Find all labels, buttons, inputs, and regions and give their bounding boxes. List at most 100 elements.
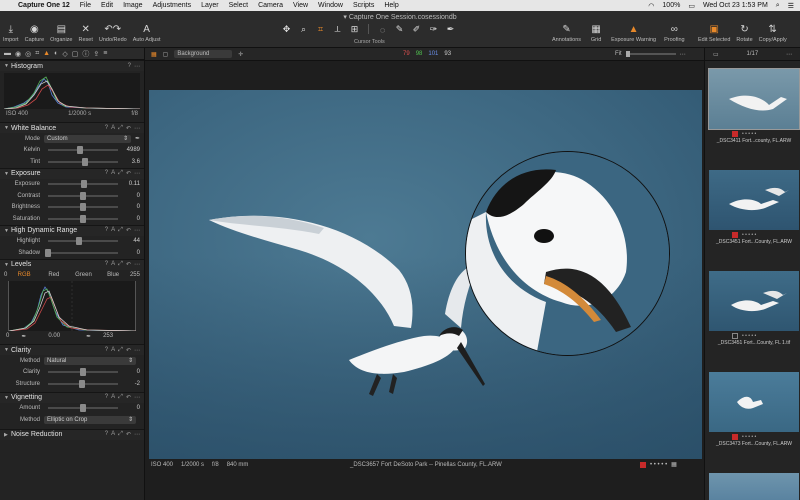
copy-icon[interactable]: ⤢ <box>118 431 123 438</box>
reset-section-icon[interactable]: ↶ <box>126 125 131 132</box>
auto-adjust-button[interactable]: A Auto Adjust <box>133 23 161 44</box>
menu-window[interactable]: Window <box>318 2 343 9</box>
levels-header[interactable]: ▼ Levels ? A ⤢ ↶ ⋯ <box>0 258 144 270</box>
copy-icon[interactable]: ⤢ <box>118 347 123 354</box>
slider-knob[interactable] <box>80 404 86 413</box>
brightness-slider[interactable] <box>48 203 118 212</box>
levels-output-low[interactable]: 0 <box>6 333 9 339</box>
copy-icon[interactable]: ⤢ <box>118 261 123 268</box>
grid-small-icon[interactable]: ▦ <box>671 461 677 468</box>
copy-icon[interactable]: ⤢ <box>118 227 123 234</box>
saturation-slider[interactable] <box>48 214 118 223</box>
levels-output-high[interactable]: 253 <box>103 333 113 339</box>
saturation-value[interactable]: 0 <box>122 216 140 222</box>
exposure-tab-icon[interactable]: ▲ <box>43 50 50 57</box>
levels-graph[interactable] <box>8 280 137 331</box>
more-icon[interactable]: ⋯ <box>134 394 140 401</box>
color-tag-red[interactable] <box>732 130 738 137</box>
slider-knob[interactable] <box>82 157 89 166</box>
reset-section-icon[interactable]: ↶ <box>126 170 131 177</box>
output-tab-icon[interactable]: ⇪ <box>93 50 99 58</box>
hdr-header[interactable]: ▼ High Dynamic Range ? A ⤢ ↶ ⋯ <box>0 224 144 236</box>
highlight-value[interactable]: 44 <box>122 238 140 244</box>
exposure-value[interactable]: 0.11 <box>122 181 140 187</box>
vignetting-header[interactable]: ▼ Vignetting ? A ⤢ ↶ ⋯ <box>0 391 144 403</box>
slider-knob[interactable] <box>80 191 86 200</box>
auto-icon[interactable]: A <box>111 170 115 177</box>
import-button[interactable]: ⤓ Import <box>3 23 19 44</box>
batch-tab-icon[interactable]: ≡ <box>103 50 107 57</box>
help-icon[interactable]: ? <box>105 394 108 401</box>
menu-view[interactable]: View <box>293 2 308 9</box>
exposure-header[interactable]: ▼ Exposure ? A ⤢ ↶ ⋯ <box>0 167 144 179</box>
viewer-more-icon[interactable]: ⋯ <box>680 51 686 58</box>
structure-slider[interactable] <box>48 379 118 388</box>
more-icon[interactable]: ⋯ <box>134 431 140 438</box>
annotations-button[interactable]: ✎ Annotations <box>552 23 581 44</box>
thumbnail-image[interactable] <box>709 170 799 230</box>
crop-tool-icon[interactable]: ⌗ <box>314 24 327 35</box>
clarity-slider[interactable] <box>48 368 118 377</box>
eyedropper-icon[interactable]: ✒ <box>135 135 140 142</box>
reset-section-icon[interactable]: ↶ <box>126 347 131 354</box>
exposure-warning-button[interactable]: ▲ Exposure Warning <box>611 23 656 44</box>
clock[interactable]: Wed Oct 23 1:53 PM <box>703 2 768 9</box>
reset-section-icon[interactable]: ↶ <box>126 431 131 438</box>
help-icon[interactable]: ? <box>105 431 108 438</box>
reset-section-icon[interactable]: ↶ <box>126 261 131 268</box>
clarity-value[interactable]: 0 <box>122 369 140 375</box>
menu-camera[interactable]: Camera <box>258 2 283 9</box>
reset-section-icon[interactable]: ↶ <box>126 227 131 234</box>
auto-icon[interactable]: A <box>111 431 115 438</box>
thumbnail-2[interactable]: • • • • • _DSC3451 Fort...County, FL.ARW <box>709 170 799 247</box>
contrast-value[interactable]: 0 <box>122 193 140 199</box>
rating-dots[interactable]: • • • • • <box>742 434 756 440</box>
white-balance-header[interactable]: ▼ White Balance ? A ⤢ ↶ ⋯ <box>0 122 144 133</box>
channel-rgb-tab[interactable]: RGB <box>11 272 37 278</box>
exposure-slider[interactable] <box>48 180 118 189</box>
slider-knob[interactable] <box>80 214 86 223</box>
details-tab-icon[interactable]: ◇ <box>62 50 67 58</box>
capture-tab-icon[interactable]: ◉ <box>15 50 21 58</box>
thumbnail-image[interactable] <box>709 473 799 500</box>
wifi-icon[interactable]: ◠ <box>648 2 654 10</box>
slider-knob[interactable] <box>81 180 88 189</box>
gradient-tool-icon[interactable]: ✑ <box>427 24 440 35</box>
zoom-slider-knob[interactable] <box>625 51 630 57</box>
slider-knob[interactable] <box>75 237 82 246</box>
spot-removal-tool-icon[interactable]: ◌ <box>376 24 389 35</box>
brush-tool-icon[interactable]: ✎ <box>393 24 406 35</box>
menu-layer[interactable]: Layer <box>201 2 219 9</box>
grid-view-icon[interactable]: ▦ <box>151 51 157 58</box>
more-icon[interactable]: ⋯ <box>134 227 140 234</box>
slider-knob[interactable] <box>76 146 83 155</box>
color-tag-none[interactable] <box>732 332 738 339</box>
auto-icon[interactable]: A <box>111 347 115 354</box>
help-icon[interactable]: ? <box>128 63 131 70</box>
highlight-slider[interactable] <box>48 237 118 246</box>
tint-value[interactable]: 3.6 <box>122 159 140 165</box>
vignetting-method-select[interactable]: Elliptic on Crop ⇕ <box>44 415 136 424</box>
search-icon[interactable]: ⌕ <box>776 2 780 10</box>
menu-edit[interactable]: Edit <box>101 2 113 9</box>
color-tab-icon[interactable]: ◐ <box>54 50 58 57</box>
copy-icon[interactable]: ⤢ <box>118 125 123 132</box>
more-icon[interactable]: ⋯ <box>134 125 140 132</box>
menu-app-name[interactable]: Capture One 12 <box>18 2 70 9</box>
thumbnail-1[interactable]: • • • • • _DSC3411 Fort...county, FL.ARW <box>708 68 800 146</box>
menu-extras-icon[interactable]: ☰ <box>788 2 794 10</box>
contrast-slider[interactable] <box>48 191 118 200</box>
add-icon[interactable]: ✛ <box>238 51 243 58</box>
clarity-header[interactable]: ▼ Clarity ? A ⤢ ↶ ⋯ <box>0 344 144 355</box>
edit-selected-button[interactable]: ▣ Edit Selected <box>698 23 730 44</box>
single-view-icon[interactable]: ▢ <box>163 51 169 58</box>
menu-scripts[interactable]: Scripts <box>353 2 374 9</box>
rating-dots[interactable]: • • • • • <box>742 333 756 339</box>
eraser-tool-icon[interactable]: ✐ <box>410 24 423 35</box>
more-icon[interactable]: ⋯ <box>134 170 140 177</box>
auto-icon[interactable]: A <box>111 227 115 234</box>
library-tab-icon[interactable]: ▬ <box>4 50 11 57</box>
noise-reduction-header[interactable]: ▶ Noise Reduction ? A ⤢ ↶ ⋯ <box>0 428 144 440</box>
undo-redo-button[interactable]: ↶↷ Undo/Redo <box>99 23 127 44</box>
color-tag-red[interactable] <box>732 433 738 440</box>
